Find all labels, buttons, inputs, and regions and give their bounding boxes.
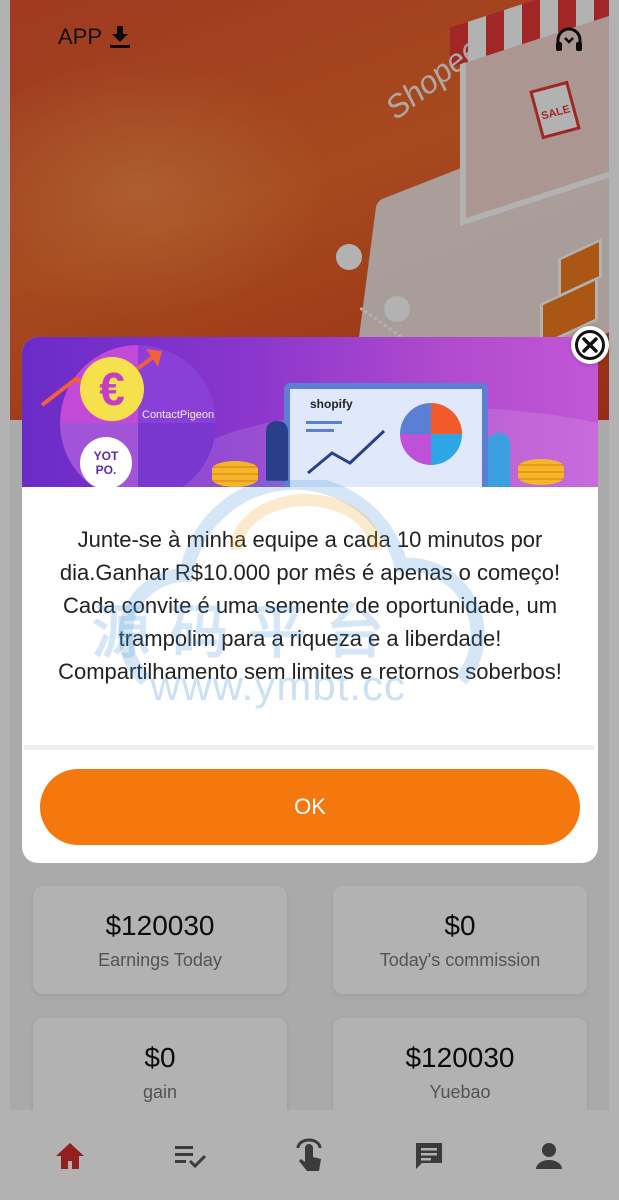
mini-pie-graphic <box>400 403 462 465</box>
coin-stack-icon <box>212 461 258 487</box>
coin-stack-icon <box>518 459 564 485</box>
modal-banner: € ContactPigeon YOT PO. shopify <box>22 337 598 487</box>
watermark-url: www.ymbt.cc <box>150 662 407 709</box>
yotpo-text-line2: PO. <box>95 463 117 477</box>
chart-line-icon <box>306 421 386 475</box>
close-button[interactable] <box>571 326 609 364</box>
yotpo-text-line1: YOT <box>93 449 119 463</box>
person-illustration <box>488 433 510 487</box>
shopify-logo: shopify <box>310 397 353 411</box>
euro-coin-icon: € <box>80 357 144 421</box>
close-icon <box>575 330 605 360</box>
contactpigeon-logo: ContactPigeon <box>142 409 215 421</box>
person-illustration <box>266 421 288 481</box>
yotpo-logo: YOT PO. <box>80 437 132 487</box>
watermark-text-cn: 源码平台 <box>92 598 405 666</box>
ok-button[interactable]: OK <box>40 769 580 845</box>
modal-divider <box>24 745 594 750</box>
